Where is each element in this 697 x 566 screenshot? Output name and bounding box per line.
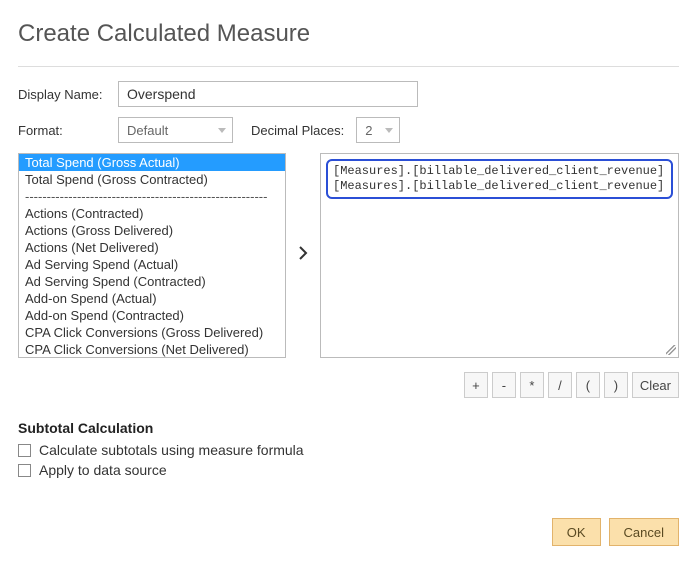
formula-line: [Measures].[billable_delivered_client_re… xyxy=(333,164,666,179)
format-label: Format: xyxy=(18,123,118,138)
op-multiply-button[interactable]: * xyxy=(520,372,544,398)
decimal-places-select[interactable]: 2 xyxy=(356,117,400,143)
list-item[interactable]: CPA Click Conversions (Net Delivered) xyxy=(19,341,285,358)
list-item[interactable]: CPA Click Conversions (Gross Delivered) xyxy=(19,324,285,341)
dialog-title: Create Calculated Measure xyxy=(18,20,679,48)
format-select-value: Default xyxy=(127,123,168,138)
op-divide-button[interactable]: / xyxy=(548,372,572,398)
list-item[interactable]: Total Spend (Gross Contracted) xyxy=(19,171,285,188)
display-name-input[interactable] xyxy=(118,81,418,107)
list-item[interactable]: Add-on Spend (Contracted) xyxy=(19,307,285,324)
op-rparen-button[interactable]: ) xyxy=(604,372,628,398)
op-minus-button[interactable]: - xyxy=(492,372,516,398)
list-item[interactable]: Add-on Spend (Actual) xyxy=(19,290,285,307)
list-item[interactable]: Actions (Contracted) xyxy=(19,205,285,222)
op-clear-button[interactable]: Clear xyxy=(632,372,679,398)
chevron-down-icon xyxy=(218,128,226,133)
add-to-formula-arrow[interactable] xyxy=(286,246,320,265)
format-select[interactable]: Default xyxy=(118,117,233,143)
list-item[interactable]: Ad Serving Spend (Contracted) xyxy=(19,273,285,290)
measures-listbox[interactable]: Total Spend (Gross Actual)Total Spend (G… xyxy=(18,153,286,358)
formula-textarea[interactable]: [Measures].[billable_delivered_client_re… xyxy=(320,153,679,358)
cancel-button[interactable]: Cancel xyxy=(609,518,679,546)
list-divider: ----------------------------------------… xyxy=(19,188,285,205)
list-item[interactable]: Ad Serving Spend (Actual) xyxy=(19,256,285,273)
subtotal-heading: Subtotal Calculation xyxy=(18,420,679,436)
apply-datasource-checkbox[interactable] xyxy=(18,464,31,477)
resize-grip-icon[interactable] xyxy=(666,345,676,355)
decimal-places-label: Decimal Places: xyxy=(251,123,344,138)
divider xyxy=(18,66,679,67)
list-item[interactable]: Actions (Gross Delivered) xyxy=(19,222,285,239)
list-item[interactable]: Actions (Net Delivered) xyxy=(19,239,285,256)
chevron-down-icon xyxy=(385,128,393,133)
list-item[interactable]: Total Spend (Gross Actual) xyxy=(19,154,285,171)
decimal-places-value: 2 xyxy=(365,123,372,138)
formula-line: [Measures].[billable_delivered_client_re… xyxy=(333,179,666,194)
apply-datasource-label: Apply to data source xyxy=(39,462,167,478)
ok-button[interactable]: OK xyxy=(552,518,601,546)
chevron-right-icon xyxy=(298,246,308,260)
op-plus-button[interactable]: + xyxy=(464,372,488,398)
subtotal-formula-label: Calculate subtotals using measure formul… xyxy=(39,442,304,458)
display-name-label: Display Name: xyxy=(18,87,118,102)
subtotal-formula-checkbox[interactable] xyxy=(18,444,31,457)
op-lparen-button[interactable]: ( xyxy=(576,372,600,398)
